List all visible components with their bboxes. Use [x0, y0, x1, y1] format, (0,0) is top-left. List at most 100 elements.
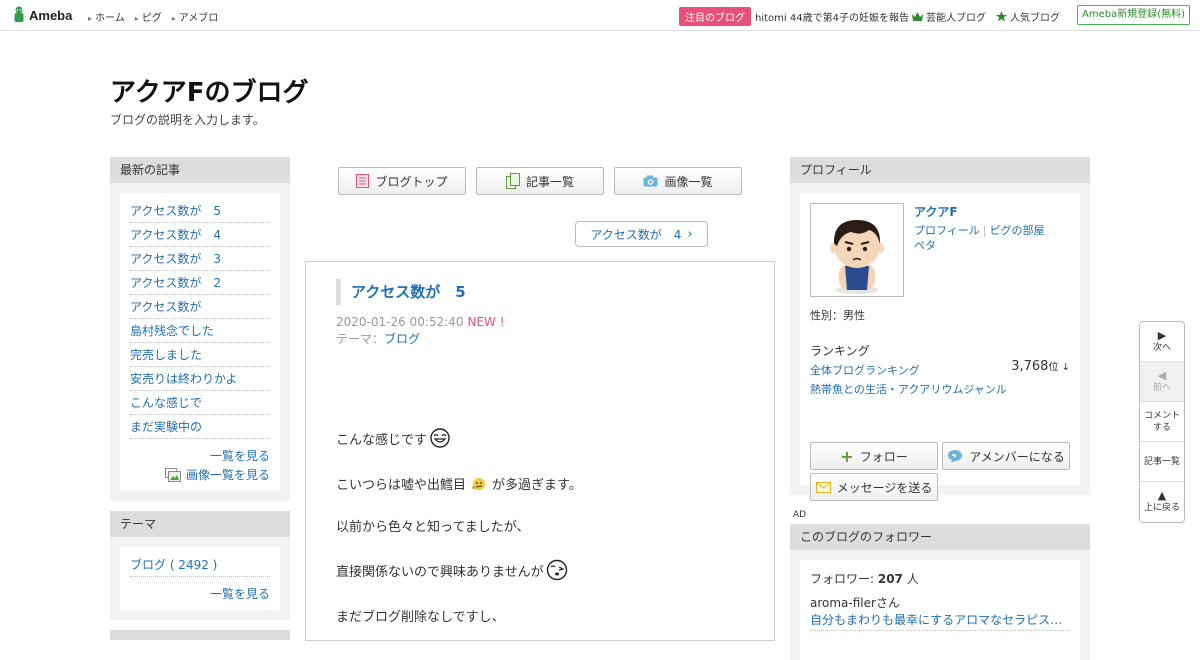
- blog-title[interactable]: アクアFのブログ: [110, 72, 308, 109]
- genre-ranking-link[interactable]: 熱帯魚との生活・アクアリウムジャンル: [810, 381, 1007, 397]
- list-item[interactable]: アクセス数が 5: [130, 199, 270, 223]
- nav-ameblo-label: アメブロ: [178, 13, 219, 24]
- profile-heading: プロフィール: [790, 157, 1090, 183]
- all-ranking-link[interactable]: 全体ブログランキング: [810, 362, 920, 378]
- peta-link[interactable]: ペタ: [914, 239, 936, 252]
- recent-article-link[interactable]: こんな感じで: [130, 396, 202, 410]
- article-list-side-label: 記事一覧: [1143, 456, 1180, 467]
- recent-article-link[interactable]: まだ実験中の: [130, 420, 202, 434]
- list-item[interactable]: 安売りは終わりかよ: [130, 367, 270, 391]
- image-list-button[interactable]: 画像一覧: [614, 167, 742, 195]
- recent-article-link[interactable]: アクセス数が 4: [130, 228, 221, 242]
- next-label: 次へ: [1152, 342, 1171, 353]
- recent-article-link[interactable]: 安売りは終わりかよ: [130, 372, 237, 386]
- article-list-side-button[interactable]: 記事一覧: [1140, 442, 1184, 482]
- avatar[interactable]: [810, 203, 904, 297]
- back-to-top-label: 上に戻る: [1143, 503, 1180, 513]
- nav-pigg-label: ピグ: [141, 13, 162, 24]
- recent-article-link[interactable]: アクセス数が 3: [130, 252, 221, 266]
- list-item[interactable]: アクセス数が 4: [130, 223, 270, 247]
- image-list-more-label[interactable]: 画像一覧を見る: [186, 466, 270, 483]
- featured-blog-link[interactable]: hitomi 44歳で第4子の妊娠を報告: [755, 9, 909, 24]
- list-item[interactable]: こんな感じで: [130, 391, 270, 415]
- follow-button[interactable]: + フォロー: [810, 442, 938, 470]
- recent-article-link[interactable]: 島村残念でした: [130, 324, 214, 338]
- rank-value: 3,768位 ↓: [1011, 358, 1070, 374]
- register-button[interactable]: Ameba新規登録(無料): [1077, 5, 1190, 25]
- triangle-up-icon: ▲: [1157, 489, 1167, 502]
- back-to-top-button[interactable]: ▲ 上に戻る: [1140, 482, 1184, 522]
- article-line: 直接関係ないので興味ありませんが: [336, 559, 568, 581]
- comment-label-2: する: [1152, 422, 1171, 433]
- play-right-icon: ▶: [1157, 328, 1167, 342]
- next-article-button[interactable]: ▶ 次へ: [1140, 322, 1184, 362]
- list-item[interactable]: アクセス数が: [130, 295, 270, 319]
- article-date: 2020-01-26 00:52:40: [336, 315, 464, 329]
- list-item[interactable]: アクセス数が 2: [130, 271, 270, 295]
- follower-name: aroma-filerさん: [810, 596, 900, 610]
- blog-top-label: ブログトップ: [375, 174, 448, 189]
- recent-article-link[interactable]: アクセス数が 5: [130, 204, 221, 218]
- article-theme-link[interactable]: ブログ: [384, 332, 420, 346]
- popular-blog-link[interactable]: 人気ブログ: [996, 9, 1060, 24]
- article-line: まだブログ削除なしですし、: [336, 606, 505, 625]
- rank-unit: 位 ↓: [1048, 362, 1070, 373]
- ameba-logo[interactable]: Ameba: [13, 6, 72, 24]
- send-message-label: メッセージを送る: [836, 480, 933, 495]
- nav-home[interactable]: ▸ ホーム: [88, 9, 125, 24]
- featured-blog-badge: 注目のブログ: [679, 7, 751, 26]
- chevron-right-icon: ▸: [88, 14, 93, 23]
- nav-home-label: ホーム: [95, 13, 125, 24]
- new-badge: NEW !: [467, 315, 505, 329]
- star-icon: [996, 11, 1007, 22]
- recent-article-link[interactable]: アクセス数が 2: [130, 276, 221, 290]
- profile-name[interactable]: アクアF: [914, 203, 958, 220]
- recent-more-link[interactable]: 一覧を見る: [210, 449, 270, 463]
- article-text: 直接関係ないので興味ありませんが: [336, 564, 544, 580]
- article-text: まだブログ削除なしですし、: [336, 610, 505, 625]
- celebrity-blog-link[interactable]: 芸能人ブログ: [912, 9, 986, 24]
- article-title[interactable]: アクセス数が 5: [336, 279, 466, 305]
- popular-blog-label: 人気ブログ: [1010, 13, 1060, 24]
- comment-button[interactable]: コメント する: [1140, 402, 1184, 442]
- send-message-button[interactable]: メッセージを送る: [810, 473, 938, 501]
- theme-more-link[interactable]: 一覧を見る: [210, 587, 270, 601]
- article-line: 以前から色々と知ってましたが、: [336, 516, 529, 535]
- prev-article-button[interactable]: ◀ 前へ: [1140, 362, 1184, 402]
- list-item[interactable]: ブログ ( 2492 ): [130, 553, 270, 577]
- laughing-face-icon: [430, 428, 450, 448]
- theme-label: テーマ：: [336, 332, 385, 346]
- image-list-more[interactable]: 画像一覧を見る: [130, 466, 270, 483]
- previous-article-label: アクセス数が 4: [590, 227, 682, 242]
- profile-link[interactable]: プロフィール: [914, 224, 980, 237]
- copy-documents-icon: [505, 173, 520, 189]
- article-list-button[interactable]: 記事一覧: [476, 167, 604, 195]
- previous-article-button[interactable]: アクセス数が 4 ›: [575, 221, 708, 247]
- image-gallery-icon: [164, 467, 181, 482]
- follow-label: フォロー: [859, 449, 908, 464]
- blog-top-button[interactable]: ブログトップ: [338, 167, 466, 195]
- nav-pigg[interactable]: ▸ ピグ: [135, 9, 162, 24]
- theme-panel: テーマ ブログ ( 2492 ) 一覧を見る: [110, 511, 290, 620]
- crown-icon: [912, 12, 923, 21]
- become-member-button[interactable]: アメンバーになる: [942, 442, 1070, 470]
- global-nav: ▸ ホーム ▸ ピグ ▸ アメブロ: [88, 9, 218, 24]
- list-item[interactable]: アクセス数が 3: [130, 247, 270, 271]
- list-item[interactable]: 島村残念でした: [130, 319, 270, 343]
- follower-blog-link[interactable]: 自分もまわりも最幸にするアロマなセラピス…: [810, 611, 1070, 631]
- comment-label: コメント: [1143, 410, 1180, 421]
- article-text: が多過ぎます。: [492, 478, 582, 493]
- ameba-mascot-icon: [14, 6, 24, 22]
- envelope-icon: [815, 481, 831, 493]
- recent-article-link[interactable]: アクセス数が: [130, 300, 201, 314]
- thinking-face-icon: [472, 477, 486, 490]
- pigg-room-link[interactable]: ピグの部屋: [990, 224, 1045, 237]
- list-item[interactable]: まだ実験中の: [130, 415, 270, 439]
- article-line: こんな感じです: [336, 428, 451, 448]
- nav-ameblo[interactable]: ▸ アメブロ: [172, 9, 219, 24]
- theme-link[interactable]: ブログ ( 2492 ): [130, 558, 217, 572]
- list-item[interactable]: 完売しました: [130, 343, 270, 367]
- kissing-face-icon: [546, 559, 567, 581]
- article-list-label: 記事一覧: [525, 174, 574, 189]
- recent-article-link[interactable]: 完売しました: [130, 348, 202, 362]
